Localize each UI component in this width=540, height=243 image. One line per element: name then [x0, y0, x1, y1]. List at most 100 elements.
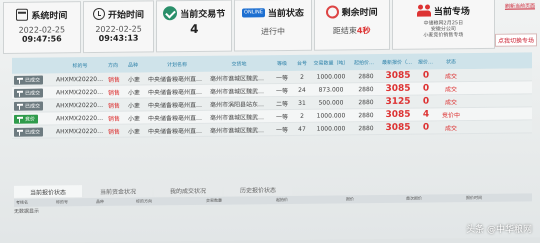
grade: 二等 [275, 100, 288, 108]
clock-icon [93, 7, 106, 21]
lot-number: AHXMX202202250017 [56, 88, 106, 96]
closed-button[interactable]: 已成交 [14, 75, 44, 85]
current-status-value: 进行中 [260, 27, 285, 37]
start-time-label: 开始时间 [108, 9, 145, 21]
grain-type: 小麦 [128, 128, 141, 136]
closed-button[interactable]: 已成交 [14, 101, 44, 111]
seat-number: 31 [298, 99, 306, 107]
current-status-label: 当前状态 [267, 8, 304, 19]
alarm-icon [325, 4, 339, 19]
header-actions: 刷新当前页面 点我切换专场 [494, 0, 537, 49]
delivery-place: 亳州市谯城区魏武大道... [210, 126, 270, 135]
watermark: 头条 @中华粮网 [466, 225, 532, 235]
state-label: 已成交 [25, 90, 41, 97]
row-action-cell: 已成交 [12, 101, 54, 111]
direction: 销售 [108, 128, 121, 136]
gavel-icon [17, 103, 23, 109]
system-time-label: 系统时间 [31, 10, 68, 22]
closed-button[interactable]: 已成交 [14, 88, 44, 98]
direction: 销售 [108, 115, 121, 123]
start-price: 2880 [358, 111, 374, 119]
switch-session-button[interactable]: 点我切换专场 [494, 33, 537, 47]
plan-name: 中央储备粮亳州直属库... [148, 127, 208, 135]
latest-price: 3085 [385, 83, 411, 94]
plan-name: 中央储备粮亳州直属库... [148, 75, 208, 83]
refresh-page-link[interactable]: 刷新当前页面 [505, 2, 535, 9]
quantity: 873.000 [318, 85, 344, 94]
state-label: 已成交 [25, 129, 41, 136]
gavel-icon [17, 90, 23, 96]
tab-funds[interactable]: 当前资金状况 [84, 184, 153, 198]
current-session-card: 当前专场 中储粮网2月25日 安徽分公司 小麦竞价销售专场 [391, 0, 496, 50]
quantity: 500.000 [318, 98, 344, 107]
plan-name: 中央储备粮亳州直属库... [148, 88, 208, 96]
col-direction: 方向 [108, 62, 119, 69]
seat-number: 2 [300, 73, 304, 81]
row-action-cell: 已成交 [12, 88, 54, 98]
closed-button[interactable]: 已成交 [14, 127, 44, 137]
current-status-card: ONLINE 当前状态 进行中 [234, 0, 312, 52]
quantity: 1000.000 [316, 72, 346, 81]
row-action-cell: 已成交 [12, 75, 54, 85]
lot-number: AHXMX202202250016 [56, 75, 106, 83]
gavel-icon [17, 116, 23, 122]
col-grade: 等级 [276, 60, 287, 67]
tab-my-deals[interactable]: 我的成交状况 [154, 183, 223, 197]
lots-table: 标的号 方向 品种 计划名称 交货地 等级 台号 交易数量（吨） 起拍价（元/吨… [12, 52, 532, 139]
sub-col-7: 首次报价 [406, 195, 422, 201]
col-type: 品种 [128, 62, 139, 69]
col-plan: 计划名称 [166, 61, 187, 68]
bid-button[interactable]: 竞价 [14, 114, 39, 124]
state-label: 竞价 [25, 116, 36, 123]
col-lot: 标的号 [72, 62, 88, 69]
sub-col-2: 品种 [96, 198, 104, 204]
col-place: 交货地 [231, 60, 247, 68]
delivery-place: 亳州市谯城区魏武大道... [210, 87, 270, 96]
seat-number: 2 [300, 112, 304, 120]
sub-col-5: 起拍价 [276, 196, 288, 203]
bid-count: 0 [422, 96, 430, 107]
remaining-time-label: 剩余时间 [341, 7, 378, 18]
seat-number: 24 [298, 86, 306, 94]
start-price: 2880 [358, 85, 374, 93]
latest-price: 3085 [385, 70, 411, 81]
lot-status: 成交 [444, 124, 457, 132]
tab-current-bid[interactable]: 当前报价状态 [14, 185, 83, 198]
lot-status: 成交 [444, 98, 457, 106]
direction: 销售 [108, 89, 121, 97]
grade: 一等 [275, 126, 288, 134]
grain-type: 小麦 [128, 115, 141, 123]
system-time-value: 09:47:56 [21, 34, 62, 44]
tab-history[interactable]: 历史报价状态 [224, 182, 293, 196]
col-seat: 台号 [296, 60, 307, 67]
header-bar: 系统时间 2022-02-25 09:47:56 开始时间 2022-02-25… [3, 0, 537, 54]
current-lot-card: 当前交易节 4 [156, 0, 233, 53]
gavel-icon [17, 129, 23, 135]
empty-state-text: 无数据显示 [14, 208, 40, 215]
row-action-cell: 已成交 [12, 127, 54, 137]
bid-count: 0 [422, 70, 430, 81]
session-line-3: 小麦竞价销售专场 [423, 32, 464, 39]
col-count: 报价次数 [418, 58, 436, 66]
remaining-prefix: 距结束 [332, 26, 357, 36]
system-date: 2022-02-25 [18, 25, 66, 35]
grain-type: 小麦 [128, 76, 141, 84]
seat-number: 47 [298, 125, 306, 133]
lot-number: AHXMX202202250018 [56, 101, 106, 109]
bid-count: 4 [422, 109, 430, 120]
current-session-label: 当前专场 [433, 6, 470, 17]
quantity: 1000.000 [316, 111, 346, 120]
system-time-card: 系统时间 2022-02-25 09:47:56 [3, 1, 81, 54]
sub-col-8: 报价时间 [466, 194, 482, 201]
start-price: 2880 [358, 98, 374, 106]
bid-count: 0 [422, 83, 430, 94]
latest-price: 3085 [385, 109, 411, 120]
sub-col-6: 报价 [346, 196, 354, 202]
sub-col-1: 标的号 [56, 199, 68, 205]
grade: 一等 [275, 87, 288, 95]
people-icon [416, 3, 431, 17]
col-start: 起拍价（元/吨） [354, 59, 380, 66]
check-circle-icon [163, 6, 178, 21]
plan-name: 中央储备粮亳州直属库... [148, 114, 208, 122]
grain-type: 小麦 [128, 102, 141, 110]
